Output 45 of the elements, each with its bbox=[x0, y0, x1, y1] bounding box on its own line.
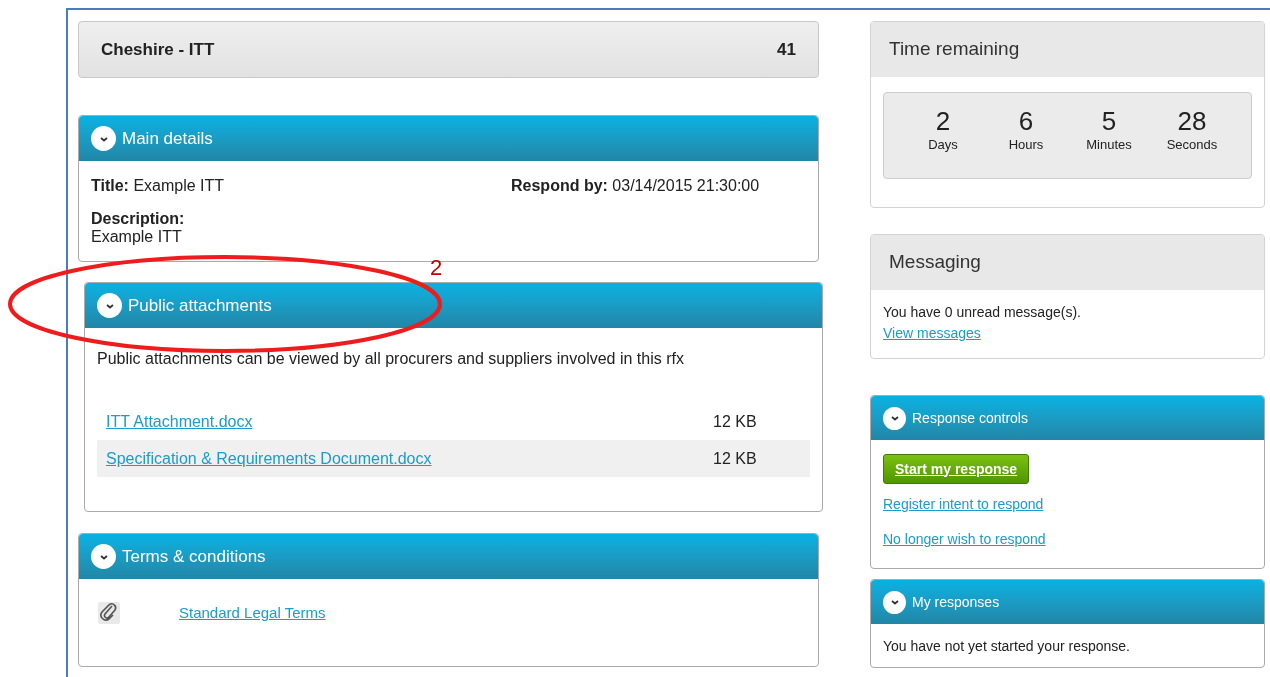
panel-header[interactable]: Public attachments bbox=[85, 283, 822, 328]
paperclip-icon bbox=[97, 601, 121, 625]
countdown-value: 5 bbox=[1101, 107, 1117, 135]
panel-title: Main details bbox=[122, 127, 213, 150]
rfx-title: Cheshire - ITT bbox=[101, 38, 215, 61]
collapse-toggle-icon[interactable] bbox=[97, 293, 122, 318]
countdown-unit: Days bbox=[928, 136, 958, 154]
collapse-toggle-icon[interactable] bbox=[883, 406, 906, 430]
description-text: Example ITT bbox=[91, 228, 183, 246]
panel-title: Public attachments bbox=[128, 294, 272, 317]
attachment-link[interactable]: Specification & Requirements Document.docx bbox=[106, 446, 713, 471]
rfx-count: 41 bbox=[777, 38, 796, 61]
panel-title: Time remaining bbox=[889, 37, 1020, 62]
countdown-value: 6 bbox=[1018, 107, 1034, 135]
response-link[interactable]: No longer wish to respond bbox=[883, 529, 1046, 550]
description-label: Description: bbox=[91, 210, 186, 228]
panel-title: Response controls bbox=[912, 408, 1028, 428]
panel-title: Terms & conditions bbox=[122, 545, 266, 568]
response-link[interactable]: Register intent to respond bbox=[883, 494, 1044, 515]
countdown-value: 2 bbox=[935, 107, 951, 135]
panel-header[interactable]: Main details bbox=[79, 116, 818, 161]
responses-status-text: You have not yet started your response. bbox=[882, 637, 1131, 656]
attachments-note: Public attachments can be viewed by all procurers and suppliers involved in this rfx bbox=[97, 349, 685, 369]
countdown-unit: Hours bbox=[1008, 136, 1044, 154]
unread-message-text: You have 0 unread message(s). bbox=[883, 303, 1082, 322]
countdown-value: 28 bbox=[1177, 107, 1207, 135]
file-size: 12 KB bbox=[713, 411, 757, 432]
panel-header[interactable]: Response controls bbox=[871, 396, 1264, 440]
terms-link[interactable]: Standard Legal Terms bbox=[179, 601, 326, 625]
start-response-button[interactable]: Start my response bbox=[883, 454, 1030, 484]
attachment-link[interactable]: ITT Attachment.docx bbox=[106, 409, 713, 434]
respond-by-field: Respond by: 03/14/2015 21:30:00 bbox=[511, 174, 760, 198]
title-field: Title: Example ITT bbox=[91, 174, 511, 198]
countdown-unit: Minutes bbox=[1086, 136, 1132, 154]
annotation-number: 2 bbox=[430, 254, 443, 282]
file-size: 12 KB bbox=[713, 448, 757, 469]
countdown-unit: Seconds bbox=[1166, 136, 1218, 154]
collapse-toggle-icon[interactable] bbox=[91, 544, 116, 569]
collapse-toggle-icon[interactable] bbox=[883, 590, 906, 614]
panel-header[interactable]: My responses bbox=[871, 580, 1264, 624]
panel-header[interactable]: Terms & conditions bbox=[79, 534, 818, 579]
panel-title: Messaging bbox=[889, 250, 981, 275]
panel-title: My responses bbox=[912, 592, 1000, 612]
view-messages-link[interactable]: View messages bbox=[883, 325, 981, 341]
collapse-toggle-icon[interactable] bbox=[91, 126, 116, 151]
